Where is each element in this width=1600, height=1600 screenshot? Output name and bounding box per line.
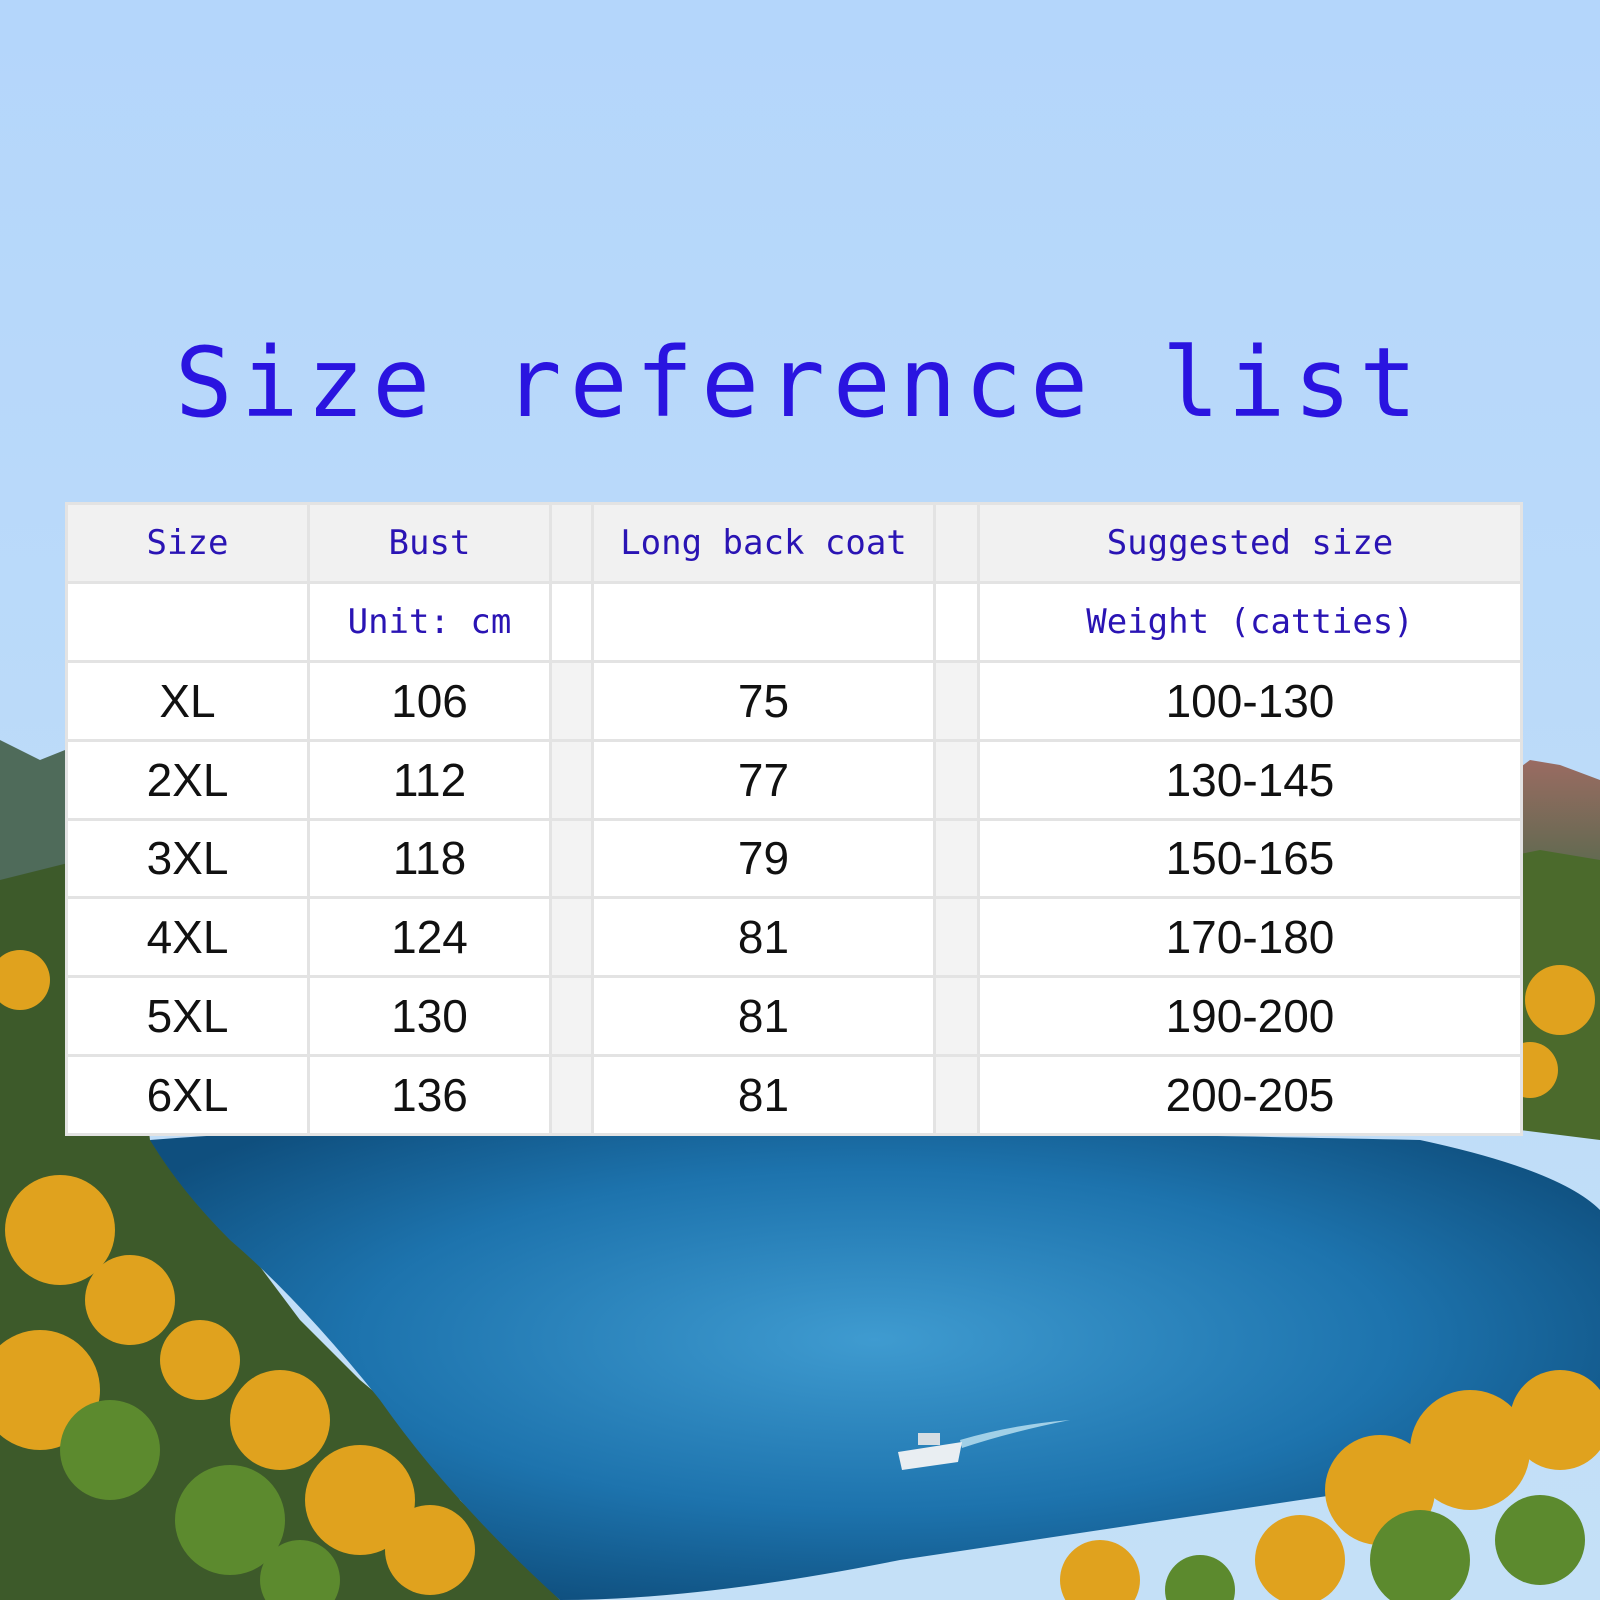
cell-weight: 150-165 — [977, 817, 1523, 900]
cell-bust: 118 — [307, 817, 552, 900]
column-gap — [933, 738, 980, 821]
cell-bust: 124 — [307, 896, 552, 979]
header-long-back-coat: Long back coat — [591, 502, 936, 584]
column-gap — [933, 975, 980, 1058]
table-row: 5XL 130 81 190-200 — [65, 975, 1523, 1058]
cell-weight: 100-130 — [977, 659, 1523, 742]
table-row: 4XL 124 81 170-180 — [65, 896, 1523, 979]
cell-long-back-coat: 81 — [591, 1054, 936, 1136]
cell-long-back-coat: 81 — [591, 896, 936, 979]
column-gap — [549, 659, 594, 742]
column-gap — [549, 580, 594, 663]
cell-weight: 190-200 — [977, 975, 1523, 1058]
table-row: 3XL 118 79 150-165 — [65, 817, 1523, 900]
cell-size: 3XL — [65, 817, 310, 900]
cell-bust: 130 — [307, 975, 552, 1058]
column-gap — [549, 1054, 594, 1136]
cell-size: 6XL — [65, 1054, 310, 1136]
column-gap — [549, 502, 594, 584]
column-gap — [933, 817, 980, 900]
cell-weight: 170-180 — [977, 896, 1523, 979]
table-row: 6XL 136 81 200-205 — [65, 1054, 1523, 1136]
cell-size: 4XL — [65, 896, 310, 979]
cell-long-back-coat: 77 — [591, 738, 936, 821]
cell-long-back-coat: 75 — [591, 659, 936, 742]
header-suggested-size: Suggested size — [977, 502, 1523, 584]
cell-bust: 106 — [307, 659, 552, 742]
header-row: Size Bust Long back coat Suggested size — [65, 502, 1523, 584]
page-title: Size reference list — [174, 327, 1426, 439]
unit-row: Unit: cm Weight (catties) — [65, 580, 1523, 663]
cell-size: 2XL — [65, 738, 310, 821]
header-bust: Bust — [307, 502, 552, 584]
unit-size — [65, 580, 310, 663]
column-gap — [933, 580, 980, 663]
cell-size: XL — [65, 659, 310, 742]
unit-bust: Unit: cm — [307, 580, 552, 663]
table-row: XL 106 75 100-130 — [65, 659, 1523, 742]
column-gap — [933, 896, 980, 979]
column-gap — [933, 502, 980, 584]
column-gap — [549, 738, 594, 821]
cell-bust: 112 — [307, 738, 552, 821]
cell-long-back-coat: 79 — [591, 817, 936, 900]
table-row: 2XL 112 77 130-145 — [65, 738, 1523, 821]
column-gap — [549, 817, 594, 900]
column-gap — [933, 1054, 980, 1136]
header-size: Size — [65, 502, 310, 584]
cell-size: 5XL — [65, 975, 310, 1058]
unit-long-back-coat — [591, 580, 936, 663]
cell-weight: 130-145 — [977, 738, 1523, 821]
column-gap — [549, 896, 594, 979]
size-reference-table: Size Bust Long back coat Suggested size … — [65, 502, 1523, 1136]
column-gap — [933, 659, 980, 742]
cell-weight: 200-205 — [977, 1054, 1523, 1136]
column-gap — [549, 975, 594, 1058]
cell-bust: 136 — [307, 1054, 552, 1136]
unit-weight: Weight (catties) — [977, 580, 1523, 663]
cell-long-back-coat: 81 — [591, 975, 936, 1058]
